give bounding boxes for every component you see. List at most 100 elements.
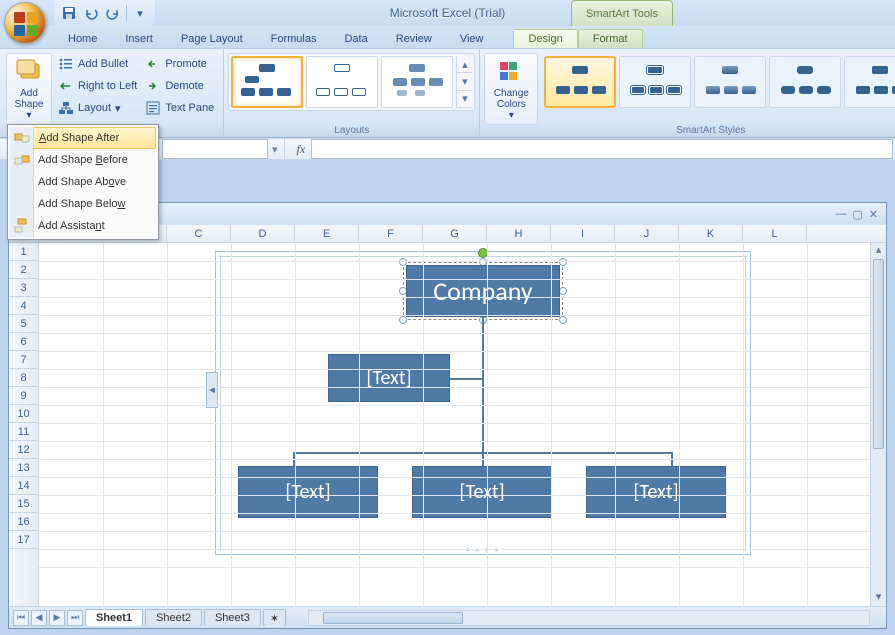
- shape-after-icon: [14, 130, 30, 146]
- row-1[interactable]: 1: [9, 243, 38, 261]
- tab-review[interactable]: Review: [382, 30, 446, 48]
- sheet-nav-first[interactable]: ⏮: [13, 610, 29, 626]
- col-G[interactable]: G: [423, 225, 487, 242]
- row-6[interactable]: 6: [9, 333, 38, 351]
- row-14[interactable]: 14: [9, 477, 38, 495]
- row-10[interactable]: 10: [9, 405, 38, 423]
- demote-button[interactable]: Demote: [141, 75, 219, 97]
- sheet-tab-2[interactable]: Sheet2: [145, 609, 202, 626]
- row-8[interactable]: 8: [9, 369, 38, 387]
- app-title: Microsoft Excel (Trial): [390, 6, 506, 20]
- row-2[interactable]: 2: [9, 261, 38, 279]
- text-pane-button[interactable]: Text Pane: [141, 97, 219, 119]
- col-H[interactable]: H: [487, 225, 551, 242]
- col-E[interactable]: E: [295, 225, 359, 242]
- org-node-child-2[interactable]: [Text]: [412, 466, 552, 518]
- sheet-tab-bar: ⏮ ◀ ▶ ⏭ Sheet1 Sheet2 Sheet3 ✶: [9, 606, 886, 628]
- style-thumb-2[interactable]: [619, 56, 691, 108]
- text-pane-icon: [145, 100, 161, 116]
- right-to-left-button[interactable]: Right to Left: [54, 75, 141, 97]
- change-colors-button[interactable]: Change Colors▾: [484, 53, 538, 125]
- tab-view[interactable]: View: [446, 30, 498, 48]
- tab-page-layout[interactable]: Page Layout: [167, 30, 257, 48]
- row-16[interactable]: 16: [9, 513, 38, 531]
- row-13[interactable]: 13: [9, 459, 38, 477]
- layout-thumb-3[interactable]: [381, 56, 453, 108]
- layouts-gallery-scroll[interactable]: ▴▾▾: [456, 56, 472, 108]
- row-12[interactable]: 12: [9, 441, 38, 459]
- formula-input[interactable]: [311, 139, 893, 159]
- sheet-nav-prev[interactable]: ◀: [31, 610, 47, 626]
- name-box[interactable]: [162, 139, 268, 159]
- sheet-nav-next[interactable]: ▶: [49, 610, 65, 626]
- save-icon[interactable]: [60, 4, 78, 22]
- row-5[interactable]: 5: [9, 315, 38, 333]
- style-thumb-1[interactable]: [544, 56, 616, 108]
- layouts-gallery[interactable]: ▴▾▾: [228, 53, 475, 111]
- style-thumb-4[interactable]: [769, 56, 841, 108]
- row-15[interactable]: 15: [9, 495, 38, 513]
- row-17[interactable]: 17: [9, 531, 38, 549]
- promote-button[interactable]: Promote: [141, 53, 219, 75]
- vertical-scrollbar[interactable]: ▴▾: [870, 243, 886, 606]
- row-9[interactable]: 9: [9, 387, 38, 405]
- office-button[interactable]: [4, 2, 46, 44]
- tab-insert[interactable]: Insert: [111, 30, 167, 48]
- col-J[interactable]: J: [615, 225, 679, 242]
- style-thumb-5[interactable]: [844, 56, 895, 108]
- tab-format[interactable]: Format: [578, 29, 643, 48]
- undo-icon[interactable]: [82, 4, 100, 22]
- sheet-tab-1[interactable]: Sheet1: [85, 609, 143, 626]
- add-shape-label: Add Shape: [15, 88, 44, 110]
- styles-gallery[interactable]: ▴▾▾: [542, 53, 895, 111]
- row-11[interactable]: 11: [9, 423, 38, 441]
- restore-icon[interactable]: ▢: [852, 208, 862, 221]
- col-F[interactable]: F: [359, 225, 423, 242]
- fx-label[interactable]: fx: [297, 142, 306, 157]
- contextual-tab-title: SmartArt Tools: [571, 0, 673, 26]
- col-I[interactable]: I: [551, 225, 615, 242]
- title-bar: ▾ Microsoft Excel (Trial) SmartArt Tools: [0, 0, 895, 26]
- col-L[interactable]: L: [743, 225, 807, 242]
- layout-button[interactable]: Layout ▾: [54, 97, 141, 119]
- minimize-icon[interactable]: —: [835, 208, 846, 220]
- col-C[interactable]: C: [167, 225, 231, 242]
- org-node-child-3[interactable]: [Text]: [586, 466, 726, 518]
- col-K[interactable]: K: [679, 225, 743, 242]
- layout-icon: [58, 100, 74, 116]
- col-D[interactable]: D: [231, 225, 295, 242]
- shape-before-icon: [14, 152, 30, 168]
- add-shape-button[interactable]: Add Shape▾: [6, 53, 52, 125]
- org-node-top[interactable]: Company: [406, 265, 560, 317]
- row-7[interactable]: 7: [9, 351, 38, 369]
- sheet-tab-3[interactable]: Sheet3: [204, 609, 261, 626]
- change-colors-icon: [497, 58, 525, 86]
- tab-home[interactable]: Home: [54, 30, 111, 48]
- canvas-resize-grip[interactable]: • • • •: [466, 545, 500, 555]
- demote-icon: [145, 78, 161, 94]
- text-pane-toggle[interactable]: ◄: [206, 372, 218, 408]
- org-node-assistant[interactable]: [Text]: [328, 354, 450, 402]
- cell-grid[interactable]: ◄ Company [Text]: [39, 243, 870, 606]
- change-colors-label: Change Colors: [494, 88, 529, 110]
- redo-icon[interactable]: [104, 4, 122, 22]
- row-3[interactable]: 3: [9, 279, 38, 297]
- add-shape-icon: [15, 58, 43, 86]
- ribbon-tabs: Home Insert Page Layout Formulas Data Re…: [0, 26, 895, 48]
- add-shape-menu: Add Shape After Add Shape Before Add Sha…: [7, 124, 159, 240]
- tab-design[interactable]: Design: [513, 29, 577, 48]
- new-sheet-button[interactable]: ✶: [263, 609, 286, 627]
- qat-customize-icon[interactable]: ▾: [131, 4, 149, 22]
- add-bullet-button[interactable]: Add Bullet: [54, 53, 141, 75]
- close-icon[interactable]: ✕: [869, 208, 878, 221]
- style-thumb-3[interactable]: [694, 56, 766, 108]
- layouts-group-label: Layouts: [224, 125, 479, 136]
- tab-formulas[interactable]: Formulas: [257, 30, 331, 48]
- horizontal-scrollbar[interactable]: [308, 610, 870, 626]
- layout-thumb-2[interactable]: [306, 56, 378, 108]
- sheet-nav-last[interactable]: ⏭: [67, 610, 83, 626]
- tab-data[interactable]: Data: [330, 30, 381, 48]
- row-4[interactable]: 4: [9, 297, 38, 315]
- layout-thumb-1[interactable]: [231, 56, 303, 108]
- org-node-child-1[interactable]: [Text]: [238, 466, 378, 518]
